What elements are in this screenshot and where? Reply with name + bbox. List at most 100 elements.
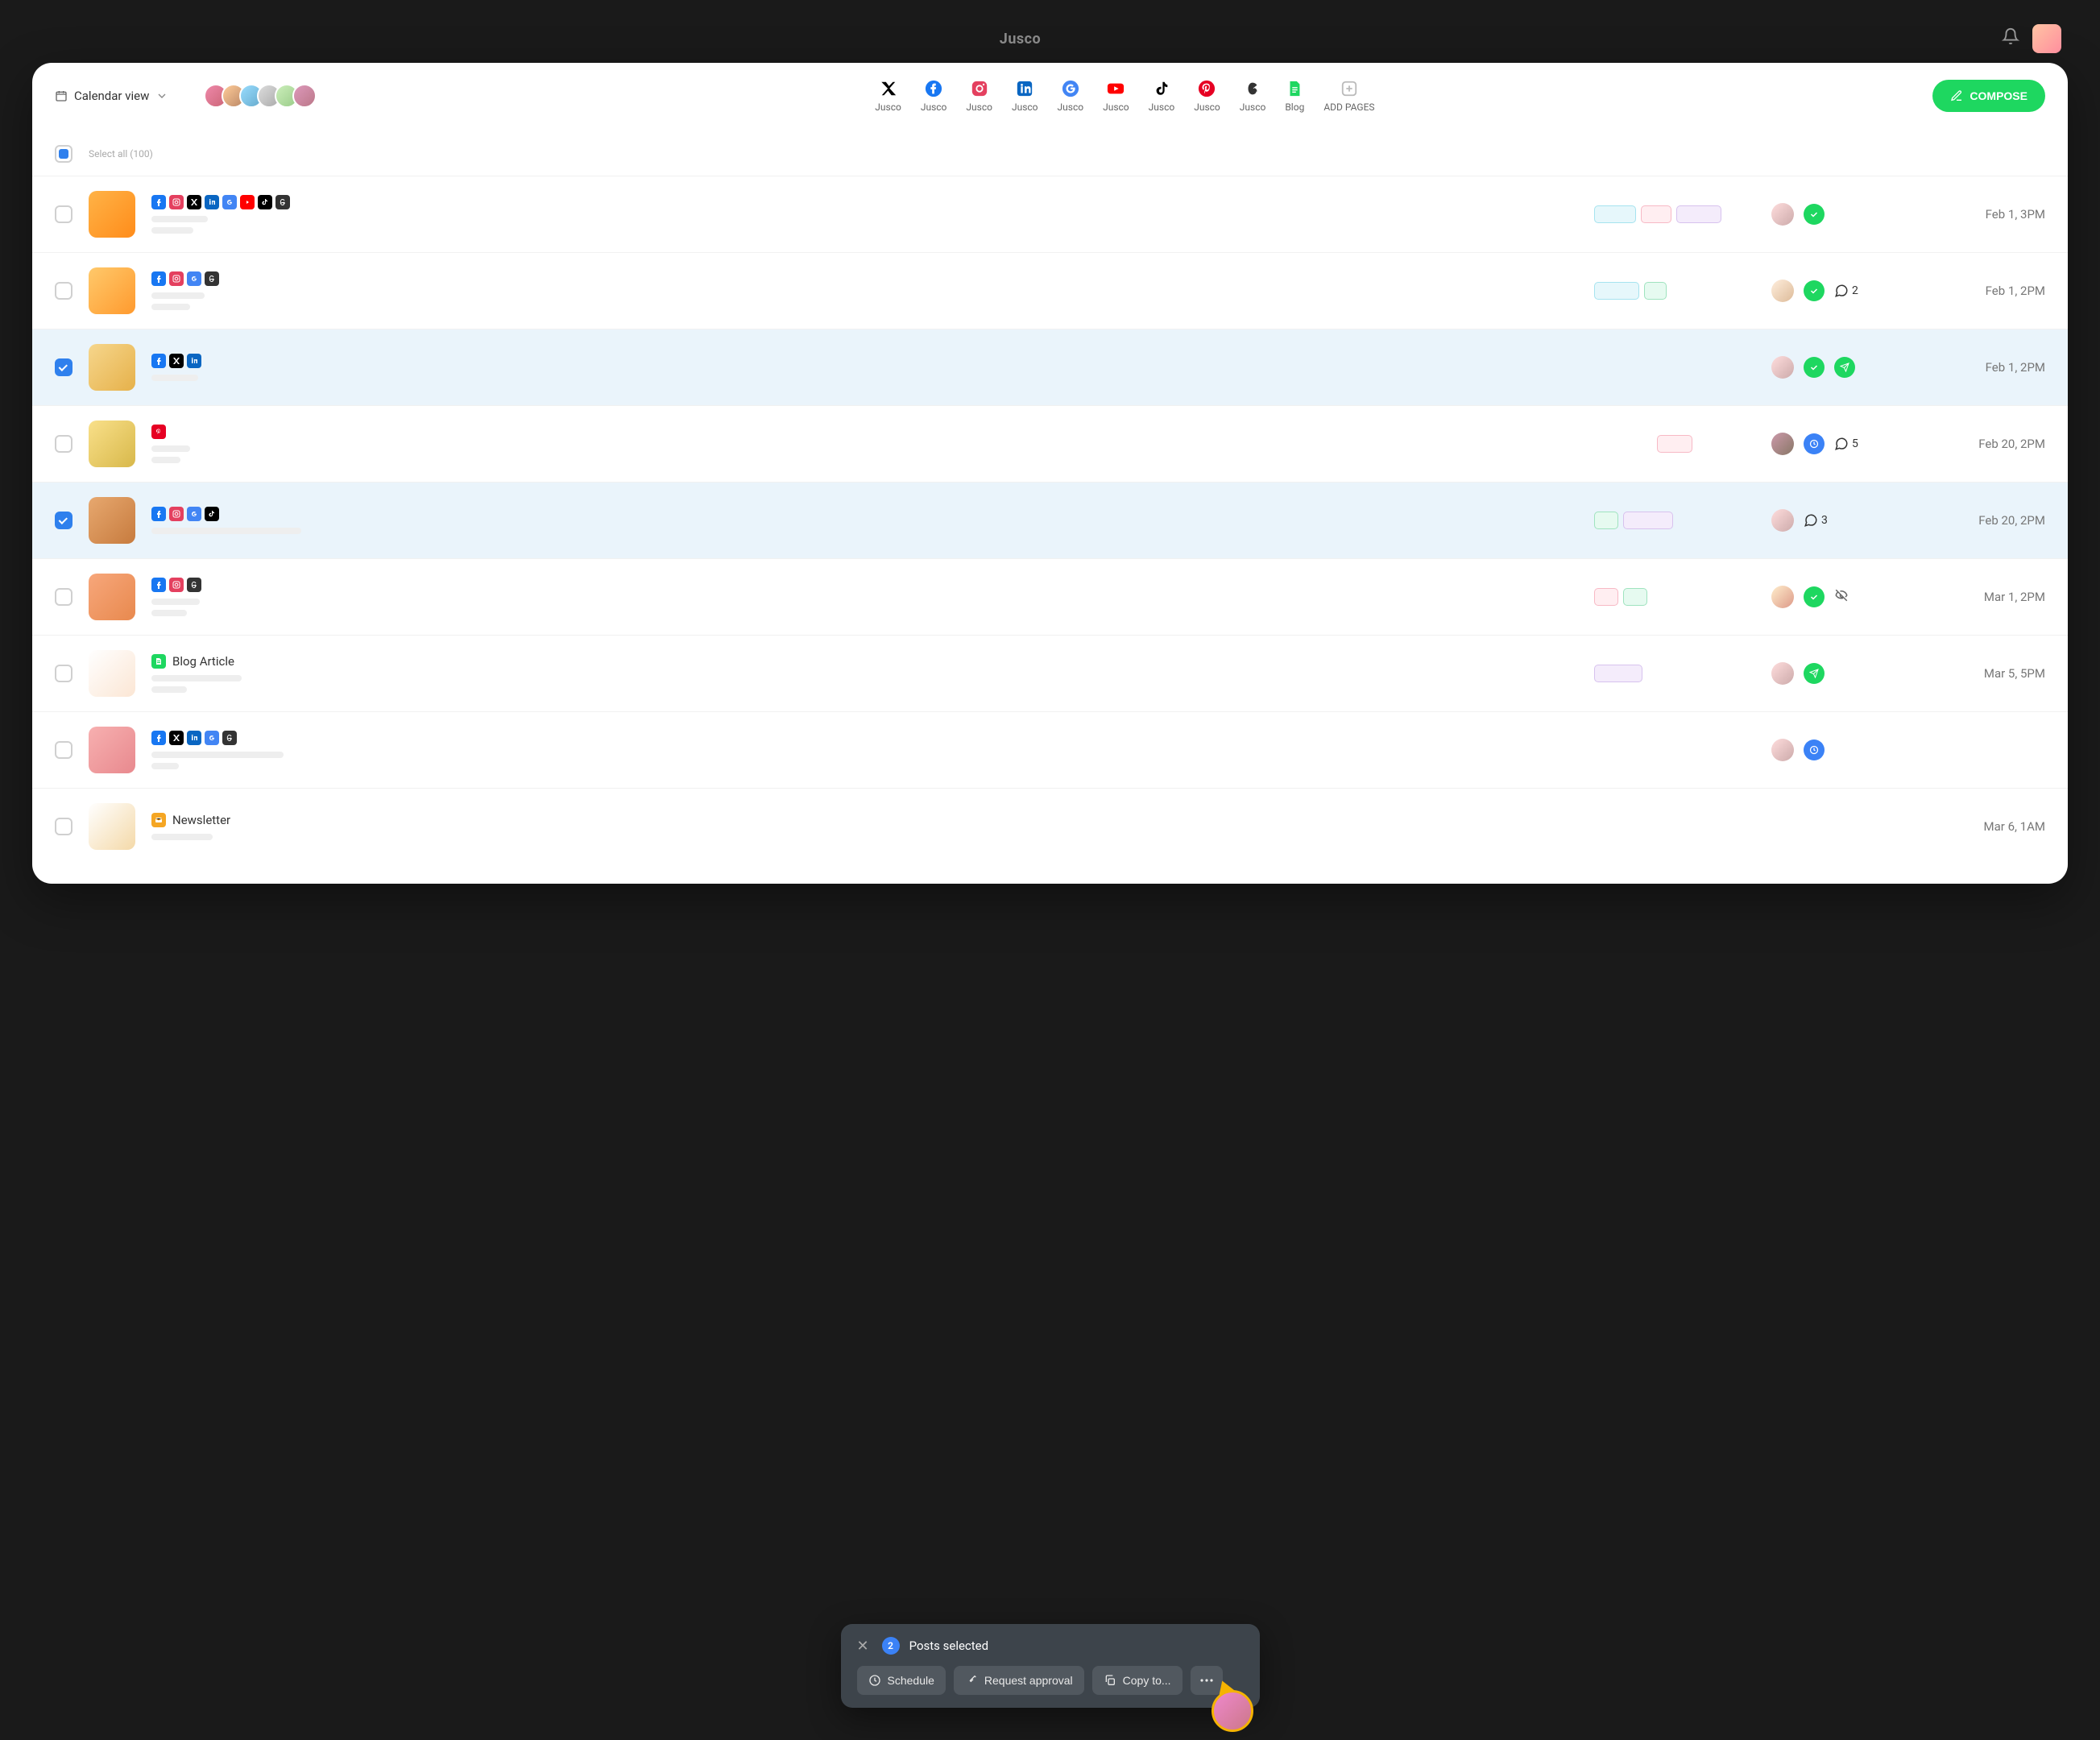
copy-to-button[interactable]: Copy to... — [1092, 1666, 1183, 1695]
view-switcher[interactable]: Calendar view — [55, 89, 168, 103]
li-badge — [187, 731, 201, 745]
post-preview — [151, 445, 1578, 463]
compose-button[interactable]: COMPOSE — [1932, 80, 2045, 112]
post-preview — [151, 675, 1578, 693]
post-date: Feb 1, 2PM — [1932, 360, 2045, 375]
assignee-avatar[interactable] — [1771, 586, 1794, 608]
scheduled-icon — [1804, 433, 1825, 454]
channel-facebook[interactable]: Jusco — [921, 79, 947, 113]
post-networks — [151, 731, 1578, 745]
row-checkbox[interactable] — [55, 358, 72, 376]
post-thumbnail — [89, 727, 135, 773]
row-checkbox[interactable] — [55, 282, 72, 300]
comments-count[interactable]: 5 — [1834, 437, 1858, 451]
schedule-button[interactable]: Schedule — [857, 1666, 946, 1695]
selected-text: Posts selected — [909, 1638, 989, 1653]
copy-icon — [1104, 1674, 1116, 1687]
fb-badge — [151, 195, 166, 209]
post-row[interactable]: Blog ArticleMar 5, 5PM — [32, 635, 2068, 711]
post-preview — [151, 528, 1578, 534]
request-approval-button[interactable]: Request approval — [954, 1666, 1084, 1695]
assignee-avatar[interactable] — [1771, 356, 1794, 379]
th-badge — [187, 578, 201, 592]
collaborator-cursor — [1212, 1680, 1253, 1732]
post-preview — [151, 599, 1578, 616]
row-checkbox[interactable] — [55, 512, 72, 529]
th-badge — [205, 271, 219, 286]
post-date: Feb 1, 2PM — [1932, 284, 2045, 298]
channel-youtube[interactable]: Jusco — [1103, 79, 1129, 113]
post-preview — [151, 216, 1578, 234]
scheduled-icon — [1804, 740, 1825, 760]
approval-icon — [965, 1674, 978, 1687]
channel-tiktok[interactable]: Jusco — [1149, 79, 1175, 113]
linkedin-icon — [1015, 79, 1034, 98]
select-all-checkbox[interactable] — [55, 145, 72, 163]
assignee-avatar[interactable] — [1771, 509, 1794, 532]
close-icon[interactable]: ✕ — [857, 1638, 869, 1655]
ig-badge — [169, 578, 184, 592]
post-row[interactable]: Mar 1, 2PM — [32, 558, 2068, 635]
comments-count[interactable]: 2 — [1834, 284, 1858, 298]
post-thumbnail — [89, 420, 135, 467]
channel-blog[interactable]: Blog — [1285, 79, 1304, 113]
comments-count[interactable]: 3 — [1804, 513, 1828, 528]
assignee-avatar[interactable] — [1771, 203, 1794, 226]
hidden-icon — [1834, 588, 1849, 606]
row-checkbox[interactable] — [55, 818, 72, 835]
li-badge — [187, 354, 201, 368]
gb-badge — [222, 195, 237, 209]
row-checkbox[interactable] — [55, 205, 72, 223]
post-row[interactable]: 5Feb 20, 2PM — [32, 405, 2068, 482]
assignee-avatar[interactable] — [1771, 433, 1794, 455]
youtube-icon — [1106, 79, 1125, 98]
post-row[interactable]: Feb 1, 3PM — [32, 176, 2068, 252]
assignee-avatar[interactable] — [1771, 280, 1794, 302]
x-icon — [879, 79, 898, 98]
row-checkbox[interactable] — [55, 435, 72, 453]
approved-icon — [1804, 204, 1825, 225]
channel-threads[interactable]: Jusco — [1240, 79, 1266, 113]
ig-badge — [169, 507, 184, 521]
post-thumbnail — [89, 191, 135, 238]
post-row[interactable]: NewsletterMar 6, 1AM — [32, 788, 2068, 864]
post-networks — [151, 271, 1578, 286]
fb-badge — [151, 354, 166, 368]
tiktok-icon — [1152, 79, 1171, 98]
blog-icon — [151, 654, 166, 669]
channel-add[interactable]: ADD PAGES — [1323, 79, 1374, 113]
post-networks — [151, 354, 1578, 368]
post-row[interactable] — [32, 711, 2068, 788]
team-avatars[interactable] — [204, 84, 317, 108]
channel-x[interactable]: Jusco — [875, 79, 901, 113]
post-row[interactable]: 3 Feb 20, 2PM — [32, 482, 2068, 558]
assignee-avatar[interactable] — [1771, 739, 1794, 761]
notifications-icon[interactable] — [2002, 27, 2019, 50]
post-thumbnail — [89, 344, 135, 391]
post-date: Feb 20, 2PM — [1932, 513, 2045, 528]
post-thumbnail — [89, 497, 135, 544]
channel-gbusiness[interactable]: Jusco — [1058, 79, 1084, 113]
channel-linkedin[interactable]: Jusco — [1012, 79, 1038, 113]
row-checkbox[interactable] — [55, 588, 72, 606]
post-labels — [1594, 512, 1755, 529]
channel-pinterest[interactable]: Jusco — [1194, 79, 1220, 113]
assignee-avatar[interactable] — [1771, 662, 1794, 685]
post-row[interactable]: Feb 1, 2PM — [32, 329, 2068, 405]
instagram-icon — [970, 79, 989, 98]
post-labels — [1594, 282, 1755, 300]
threads-icon — [1243, 79, 1262, 98]
row-checkbox[interactable] — [55, 741, 72, 759]
fb-badge — [151, 731, 166, 745]
post-row[interactable]: 2 Feb 1, 2PM — [32, 252, 2068, 329]
row-checkbox[interactable] — [55, 665, 72, 682]
user-avatar[interactable] — [2032, 24, 2061, 53]
add-icon — [1340, 79, 1359, 98]
gbusiness-icon — [1061, 79, 1080, 98]
post-date: Mar 6, 1AM — [1932, 819, 2045, 834]
post-thumbnail — [89, 574, 135, 620]
gb-badge — [187, 271, 201, 286]
channel-instagram[interactable]: Jusco — [966, 79, 992, 113]
li-badge — [205, 195, 219, 209]
fb-badge — [151, 578, 166, 592]
